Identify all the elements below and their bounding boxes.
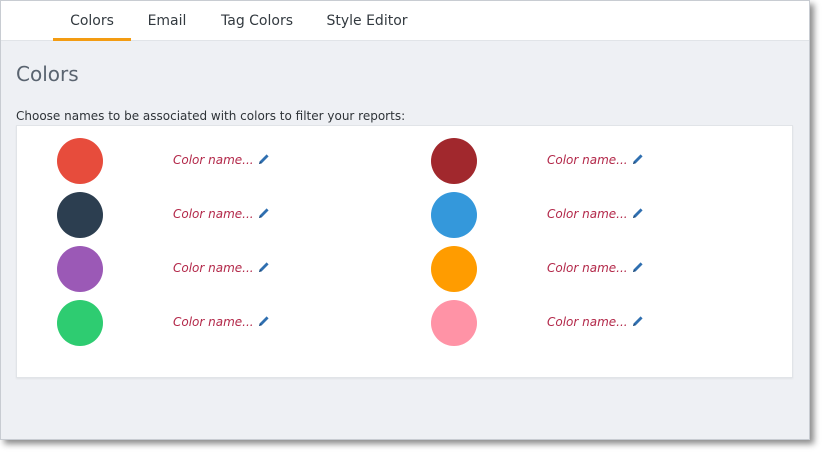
tab-style-editor[interactable]: Style Editor <box>321 1 413 41</box>
color-name-placeholder: Color name... <box>173 153 254 167</box>
color-swatch-blue[interactable] <box>431 192 477 238</box>
color-swatch-green[interactable] <box>57 300 103 346</box>
pencil-icon <box>632 154 643 164</box>
color-swatch-red[interactable] <box>57 138 103 184</box>
pencil-icon <box>258 262 269 272</box>
color-name-field-dark-red[interactable]: Color name... <box>547 153 644 167</box>
color-swatch-dark-red[interactable] <box>431 138 477 184</box>
color-name-field-red[interactable]: Color name... <box>173 153 270 167</box>
pencil-icon <box>258 208 269 218</box>
pencil-icon <box>632 262 643 272</box>
color-name-field-navy[interactable]: Color name... <box>173 207 270 221</box>
pencil-icon <box>258 154 269 164</box>
colors-settings-window: Colors Email Tag Colors Style Editor Col… <box>0 0 810 440</box>
instructions-text: Choose names to be associated with color… <box>16 109 406 123</box>
tab-tag-colors[interactable]: Tag Colors <box>213 1 301 41</box>
tab-email[interactable]: Email <box>141 1 193 41</box>
pencil-icon <box>258 316 269 326</box>
color-name-field-orange[interactable]: Color name... <box>547 261 644 275</box>
color-name-placeholder: Color name... <box>547 315 628 329</box>
color-name-field-pink[interactable]: Color name... <box>547 315 644 329</box>
color-name-placeholder: Color name... <box>547 261 628 275</box>
color-swatch-purple[interactable] <box>57 246 103 292</box>
color-name-field-green[interactable]: Color name... <box>173 315 270 329</box>
pencil-icon <box>632 208 643 218</box>
page-title: Colors <box>16 62 79 86</box>
color-swatch-navy[interactable] <box>57 192 103 238</box>
color-swatch-pink[interactable] <box>431 300 477 346</box>
color-name-placeholder: Color name... <box>547 153 628 167</box>
tab-colors[interactable]: Colors <box>53 1 131 41</box>
color-names-panel: Color name... Color name... Color name..… <box>16 125 793 378</box>
color-swatch-orange[interactable] <box>431 246 477 292</box>
color-name-placeholder: Color name... <box>547 207 628 221</box>
color-name-placeholder: Color name... <box>173 207 254 221</box>
color-name-placeholder: Color name... <box>173 261 254 275</box>
tab-bar: Colors Email Tag Colors Style Editor <box>1 1 809 41</box>
color-name-field-purple[interactable]: Color name... <box>173 261 270 275</box>
color-name-field-blue[interactable]: Color name... <box>547 207 644 221</box>
pencil-icon <box>632 316 643 326</box>
color-name-placeholder: Color name... <box>173 315 254 329</box>
